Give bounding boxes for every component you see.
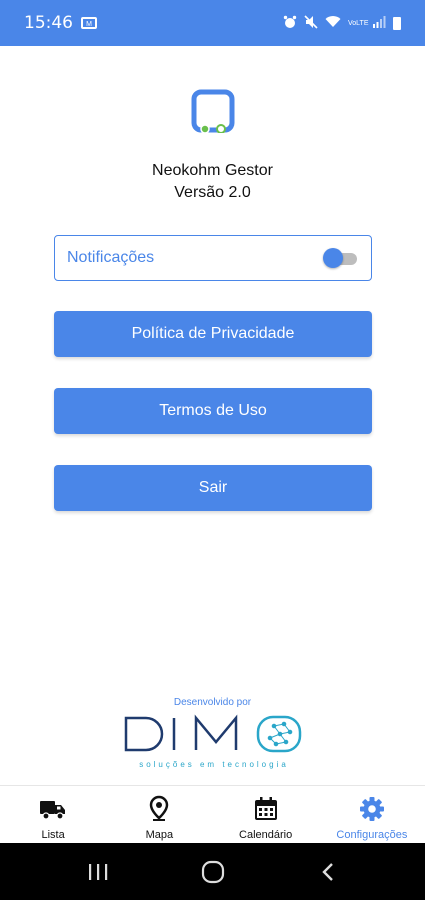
nav-label-mapa: Mapa xyxy=(145,829,174,841)
alarm-icon xyxy=(283,15,297,32)
app-name: Neokohm Gestor xyxy=(152,162,273,179)
status-icons: VoLTE xyxy=(283,14,401,32)
nav-item-lista[interactable]: Lista xyxy=(0,786,106,844)
signal-icon xyxy=(373,15,386,31)
terms-of-use-button[interactable]: Termos de Uso xyxy=(54,388,372,434)
nav-item-configuracoes[interactable]: Configurações xyxy=(319,786,425,844)
app-version: Versão 2.0 xyxy=(174,184,251,201)
wifi-icon xyxy=(325,15,341,31)
toggle-thumb xyxy=(323,248,343,268)
app-logo xyxy=(191,89,235,134)
notification-app-icon: M xyxy=(81,17,97,29)
home-icon[interactable] xyxy=(198,857,228,887)
nav-label-configuracoes: Configurações xyxy=(336,829,408,841)
dimo-logo: soluções em tecnologia xyxy=(124,712,304,772)
status-time: 15:46 xyxy=(24,13,73,33)
system-navigation-bar xyxy=(0,843,425,900)
volte-text: VoLTE xyxy=(348,19,369,27)
notifications-toggle[interactable] xyxy=(323,248,359,268)
nav-label-lista: Lista xyxy=(41,829,65,841)
notifications-label: Notificações xyxy=(67,249,155,266)
developed-by-label: Desenvolvido por xyxy=(173,697,252,708)
bottom-navigation: Lista Mapa Calendário Configurações xyxy=(0,785,425,844)
exit-button[interactable]: Sair xyxy=(54,465,372,511)
status-bar: 15:46 M VoLTE xyxy=(0,0,425,46)
svg-text:soluções em tecnologia: soluções em tecnologia xyxy=(139,760,289,769)
nav-item-mapa[interactable]: Mapa xyxy=(106,786,212,844)
truck-icon xyxy=(40,801,66,820)
nav-item-calendario[interactable]: Calendário xyxy=(213,786,319,844)
gear-icon xyxy=(359,797,384,821)
notifications-row[interactable]: Notificações xyxy=(54,235,372,281)
mute-icon xyxy=(304,14,318,32)
battery-icon xyxy=(393,16,401,30)
map-pin-icon xyxy=(150,795,169,821)
nav-label-calendario: Calendário xyxy=(239,829,293,841)
back-icon[interactable] xyxy=(313,857,343,887)
calendar-icon xyxy=(254,797,277,820)
privacy-policy-button[interactable]: Política de Privacidade xyxy=(54,311,372,357)
recent-apps-icon[interactable] xyxy=(83,857,113,887)
